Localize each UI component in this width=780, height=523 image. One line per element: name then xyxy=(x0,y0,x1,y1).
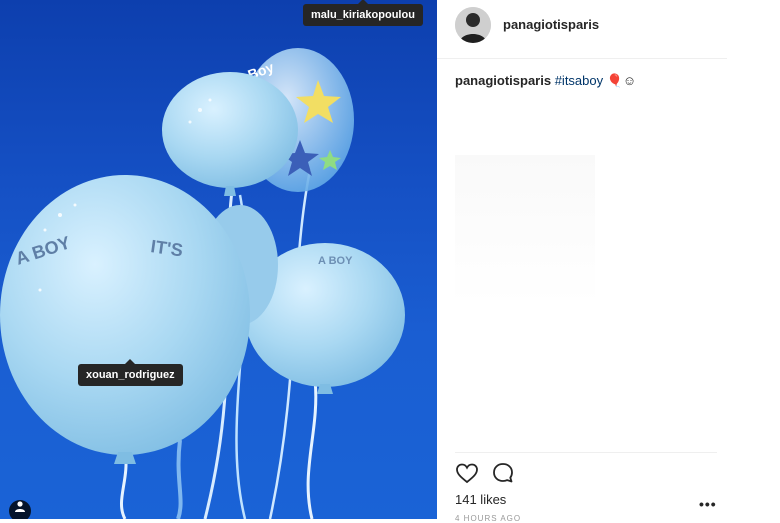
user-tag[interactable]: xouan_rodriguez xyxy=(78,359,183,386)
more-options-button[interactable]: ••• xyxy=(699,496,717,512)
user-tag-icon[interactable] xyxy=(9,500,31,519)
caption-username[interactable]: panagiotisparis xyxy=(455,73,551,88)
caption-emoji: 🎈☺ xyxy=(606,73,637,88)
post-header: panagiotisparis xyxy=(437,0,727,59)
comment-icon[interactable] xyxy=(491,461,515,485)
caption-hashtag[interactable]: #itsaboy xyxy=(555,73,603,88)
user-tag[interactable]: malu_kiriakopoulou xyxy=(303,0,423,26)
post-details-panel: panagiotisparis panagiotisparis #itsaboy… xyxy=(437,0,780,523)
avatar[interactable] xyxy=(455,7,491,43)
balloon-text-right: A BOY xyxy=(318,255,353,267)
post-photo[interactable]: Boy A BOY A BOY IT'S malu_kiriakopoulou … xyxy=(0,0,437,519)
username-link[interactable]: panagiotisparis xyxy=(503,17,599,32)
balloons-scene: Boy A BOY A BOY IT'S xyxy=(0,48,405,519)
balloon-large: A BOY IT'S xyxy=(0,175,250,464)
faded-comment-area xyxy=(455,155,595,305)
post-caption: panagiotisparis #itsaboy 🎈☺ xyxy=(455,72,755,90)
likes-count[interactable]: 141 likes xyxy=(455,492,506,507)
divider xyxy=(455,452,717,453)
heart-icon[interactable] xyxy=(455,461,479,485)
